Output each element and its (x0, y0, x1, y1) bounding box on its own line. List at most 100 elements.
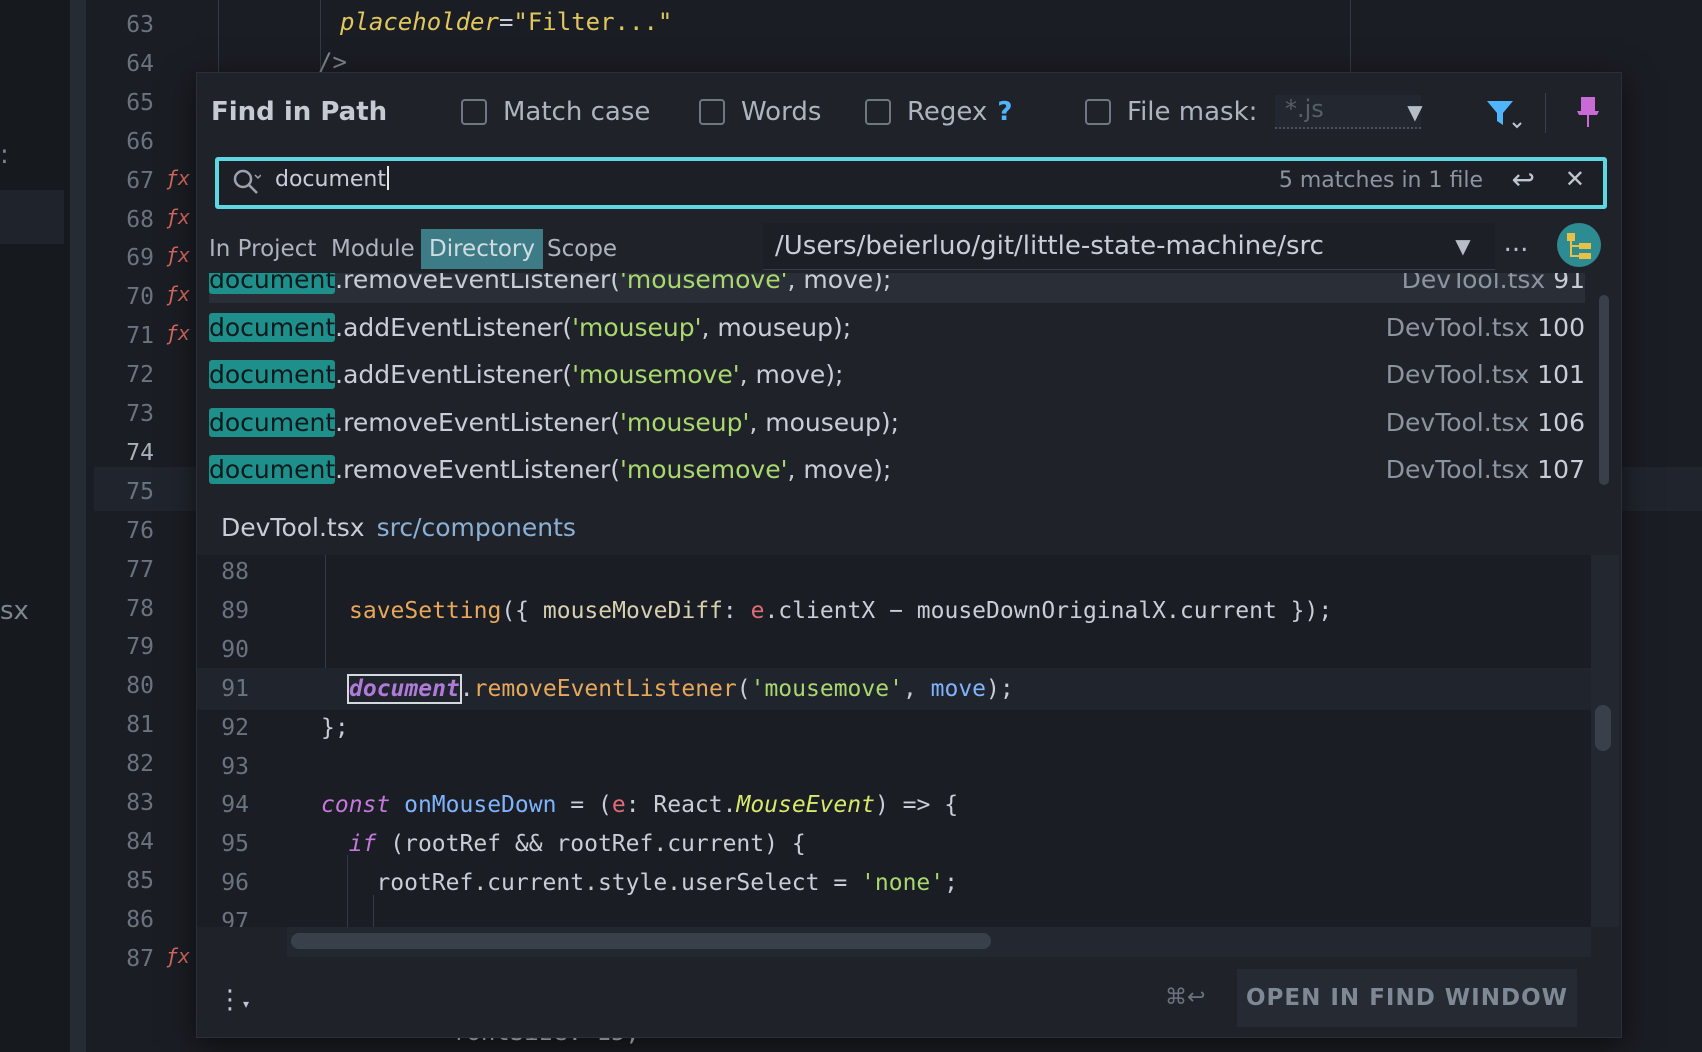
pin-icon[interactable] (1571, 93, 1605, 131)
result-location: DevTool.tsx 100 (1386, 305, 1585, 351)
preview-line: 91 document.removeEventListener('mousemov… (197, 667, 1591, 710)
preview-line-number: 94 (221, 792, 249, 819)
recursive-tree-icon[interactable] (1557, 223, 1601, 267)
result-file: DevTool.tsx (1385, 312, 1530, 342)
function-gutter-icon[interactable]: ƒx (166, 205, 190, 229)
file-mask-option[interactable]: File mask: (1085, 97, 1257, 127)
result-match: document (209, 273, 336, 294)
result-code: .removeEventListener( (335, 455, 620, 484)
match-count: 5 matches in 1 file (1278, 168, 1483, 193)
function-gutter-icon[interactable]: ƒx (166, 282, 190, 306)
preview-line-number: 89 (221, 597, 249, 624)
line-number: 67 (126, 167, 154, 194)
preview-code: const onMouseDown = (e: React.MouseEvent… (321, 792, 959, 819)
preview-line: 94 const onMouseDown = (e: React.MouseEve… (197, 784, 1591, 826)
result-row[interactable]: document.removeEventListener('mouseup', … (209, 400, 1585, 446)
result-match: document (209, 360, 336, 389)
preview-line: 90 (197, 629, 1591, 671)
preview-file-name: DevTool.tsx (221, 513, 365, 542)
result-line: 91 (1553, 273, 1585, 294)
preview-line: 96 rootRef.current.style.userSelect = 'n… (197, 862, 1591, 904)
more-options-icon[interactable]: ⋮▾ (217, 985, 249, 1015)
result-match: document (209, 407, 336, 437)
line-number: 65 (126, 89, 154, 116)
preview-header: DevTool.tsx src/components (197, 501, 1619, 555)
preview-vertical-scroll-thumb[interactable] (1595, 705, 1611, 751)
result-row[interactable]: document.addEventListener('mouseup', mou… (209, 305, 1585, 351)
results-list[interactable]: document.removeEventListener('mousemove'… (197, 273, 1597, 501)
result-string: 'mouseup' (572, 312, 702, 342)
code-preview[interactable]: 88 89 saveSetting({ mouseMoveDiff: e.clien… (197, 555, 1591, 927)
line-number: 82 (126, 751, 154, 778)
line-number: 66 (126, 128, 154, 155)
result-row[interactable]: document.addEventListener('mousemove', m… (209, 352, 1585, 398)
preview-line-number: 91 (221, 675, 249, 702)
result-string: 'mousemove' (619, 273, 788, 294)
tab-directory[interactable]: Directory (421, 229, 544, 269)
regex-option[interactable]: Regex ? (865, 97, 1012, 127)
open-in-find-window-button[interactable]: OPEN IN FIND WINDOW (1237, 969, 1577, 1027)
clear-icon[interactable]: ✕ (1565, 165, 1585, 193)
function-gutter-icon[interactable]: ƒx (166, 944, 190, 968)
line-number: 71 (126, 323, 154, 350)
file-mask-checkbox[interactable] (1085, 99, 1111, 125)
line-number: 63 (126, 12, 154, 38)
result-row[interactable]: document.removeEventListener('mousemove'… (209, 447, 1585, 493)
preview-line-number: 88 (221, 559, 249, 585)
result-location: DevTool.tsx 107 (1386, 447, 1585, 493)
preview-code: if (rootRef && rootRef.current) { (348, 831, 806, 858)
result-file: DevTool.tsx (1385, 407, 1530, 437)
result-row[interactable]: document.removeEventListener('mousemove'… (209, 273, 1585, 303)
result-code: , move); (739, 360, 844, 389)
match-case-option[interactable]: Match case (461, 97, 650, 127)
search-input[interactable]: document (275, 166, 389, 192)
line-number: 83 (126, 790, 154, 816)
rail-selection (0, 190, 64, 244)
line-number: 64 (126, 50, 154, 77)
browse-button[interactable]: ... (1493, 223, 1539, 269)
function-gutter-icon[interactable]: ƒx (166, 166, 190, 190)
search-field[interactable]: document 5 matches in 1 file ↩ ✕ (215, 157, 1607, 209)
tab-in-project[interactable]: In Project (201, 229, 324, 269)
tab-scope[interactable]: Scope (539, 229, 625, 269)
line-number: 86 (126, 906, 154, 933)
result-line: 101 (1537, 360, 1585, 389)
preview-line-number: 93 (221, 753, 249, 780)
indent-guide (218, 0, 219, 72)
directory-path-field[interactable]: /Users/beierluo/git/little-state-machine… (763, 223, 1495, 270)
result-code: , move); (787, 455, 892, 484)
preview-line-number: 92 (221, 714, 249, 741)
line-number: 78 (126, 595, 154, 622)
directory-dropdown-icon[interactable]: ▼ (1447, 223, 1479, 269)
preview-horizontal-scroll-thumb[interactable] (291, 933, 991, 949)
regex-help-icon[interactable]: ? (997, 97, 1012, 127)
match-case-checkbox[interactable] (461, 99, 487, 125)
code-attr: placeholder (340, 8, 499, 36)
function-gutter-icon[interactable]: ƒx (166, 321, 190, 345)
popup-footer: ⋮▾ ⌘↩ OPEN IN FIND WINDOW (197, 957, 1619, 1035)
result-code: , mouseup); (701, 312, 852, 342)
indent-guide (1350, 0, 1351, 72)
function-gutter-icon[interactable]: ƒx (166, 243, 190, 267)
results-scrollbar[interactable] (1599, 295, 1609, 485)
result-file: DevTool.tsx (1401, 273, 1546, 294)
line-number: 75 (126, 478, 154, 505)
result-code: , move); (787, 273, 892, 294)
result-match: document (209, 455, 336, 484)
preview-line-number: 97 (221, 909, 249, 927)
words-option[interactable]: Words (699, 97, 821, 127)
new-line-icon[interactable]: ↩ (1512, 163, 1535, 196)
words-checkbox[interactable] (699, 99, 725, 125)
result-code: , mouseup); (749, 407, 900, 437)
preview-line-number: 95 (221, 831, 249, 858)
regex-checkbox[interactable] (865, 99, 891, 125)
result-code: .removeEventListener( (335, 407, 620, 437)
file-mask-dropdown-icon[interactable]: ▼ (1397, 95, 1433, 129)
code-value: "Filter..." (513, 8, 673, 36)
line-number: 81 (126, 712, 154, 739)
line-number: 85 (126, 867, 154, 894)
tab-module[interactable]: Module (323, 229, 423, 269)
line-number: 84 (126, 828, 154, 855)
filter-icon[interactable] (1483, 95, 1523, 131)
preview-code: saveSetting({ mouseMoveDiff: e.clientX −… (349, 597, 1333, 624)
